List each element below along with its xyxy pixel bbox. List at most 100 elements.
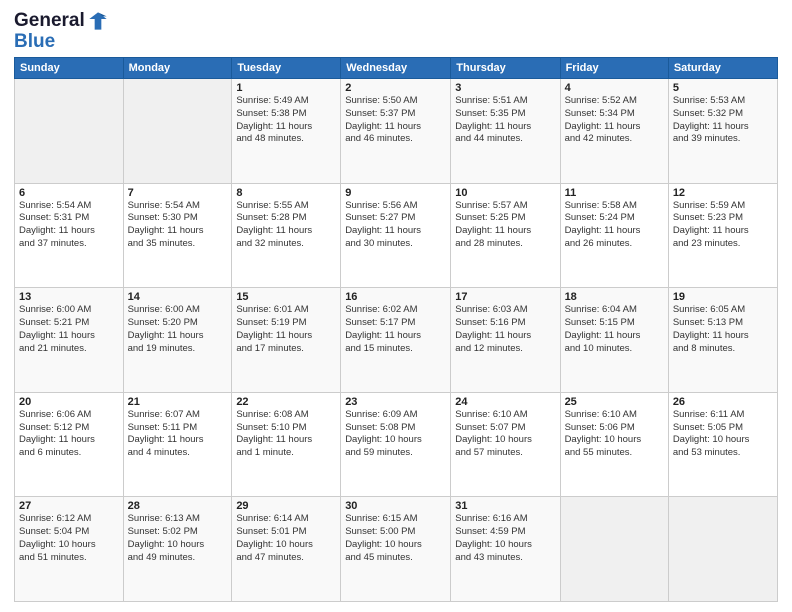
day-number: 12 — [673, 187, 773, 199]
day-info: Sunrise: 6:02 AM Sunset: 5:17 PM Dayligh… — [345, 304, 446, 355]
day-info: Sunrise: 6:10 AM Sunset: 5:07 PM Dayligh… — [455, 409, 555, 460]
day-number: 17 — [455, 291, 555, 303]
day-number: 1 — [236, 82, 336, 94]
day-info: Sunrise: 6:14 AM Sunset: 5:01 PM Dayligh… — [236, 513, 336, 564]
day-info: Sunrise: 6:16 AM Sunset: 4:59 PM Dayligh… — [455, 513, 555, 564]
page-container: General Blue SundayMondayTuesdayWednesda… — [0, 0, 792, 612]
logo-blue-text: Blue — [14, 32, 55, 51]
day-header-thursday: Thursday — [451, 58, 560, 79]
calendar-cell: 29Sunrise: 6:14 AM Sunset: 5:01 PM Dayli… — [232, 497, 341, 602]
calendar-cell — [668, 497, 777, 602]
calendar-cell: 26Sunrise: 6:11 AM Sunset: 5:05 PM Dayli… — [668, 392, 777, 497]
day-info: Sunrise: 5:51 AM Sunset: 5:35 PM Dayligh… — [455, 95, 555, 146]
day-info: Sunrise: 5:50 AM Sunset: 5:37 PM Dayligh… — [345, 95, 446, 146]
day-info: Sunrise: 6:09 AM Sunset: 5:08 PM Dayligh… — [345, 409, 446, 460]
calendar-cell: 27Sunrise: 6:12 AM Sunset: 5:04 PM Dayli… — [15, 497, 124, 602]
calendar-week-row: 1Sunrise: 5:49 AM Sunset: 5:38 PM Daylig… — [15, 79, 778, 184]
day-header-tuesday: Tuesday — [232, 58, 341, 79]
day-number: 5 — [673, 82, 773, 94]
calendar-cell: 30Sunrise: 6:15 AM Sunset: 5:00 PM Dayli… — [341, 497, 451, 602]
calendar-cell: 10Sunrise: 5:57 AM Sunset: 5:25 PM Dayli… — [451, 183, 560, 288]
day-number: 29 — [236, 500, 336, 512]
day-number: 30 — [345, 500, 446, 512]
calendar-cell: 4Sunrise: 5:52 AM Sunset: 5:34 PM Daylig… — [560, 79, 668, 184]
day-info: Sunrise: 5:54 AM Sunset: 5:31 PM Dayligh… — [19, 200, 119, 251]
day-number: 25 — [565, 396, 664, 408]
calendar-cell: 20Sunrise: 6:06 AM Sunset: 5:12 PM Dayli… — [15, 392, 124, 497]
day-info: Sunrise: 6:10 AM Sunset: 5:06 PM Dayligh… — [565, 409, 664, 460]
day-number: 10 — [455, 187, 555, 199]
day-info: Sunrise: 5:57 AM Sunset: 5:25 PM Dayligh… — [455, 200, 555, 251]
day-number: 11 — [565, 187, 664, 199]
calendar-cell: 17Sunrise: 6:03 AM Sunset: 5:16 PM Dayli… — [451, 288, 560, 393]
day-info: Sunrise: 6:12 AM Sunset: 5:04 PM Dayligh… — [19, 513, 119, 564]
calendar-cell: 15Sunrise: 6:01 AM Sunset: 5:19 PM Dayli… — [232, 288, 341, 393]
day-info: Sunrise: 5:59 AM Sunset: 5:23 PM Dayligh… — [673, 200, 773, 251]
day-number: 19 — [673, 291, 773, 303]
day-header-wednesday: Wednesday — [341, 58, 451, 79]
day-number: 26 — [673, 396, 773, 408]
calendar-cell: 21Sunrise: 6:07 AM Sunset: 5:11 PM Dayli… — [123, 392, 232, 497]
calendar-week-row: 20Sunrise: 6:06 AM Sunset: 5:12 PM Dayli… — [15, 392, 778, 497]
calendar-cell: 18Sunrise: 6:04 AM Sunset: 5:15 PM Dayli… — [560, 288, 668, 393]
day-info: Sunrise: 6:15 AM Sunset: 5:00 PM Dayligh… — [345, 513, 446, 564]
day-info: Sunrise: 6:08 AM Sunset: 5:10 PM Dayligh… — [236, 409, 336, 460]
day-info: Sunrise: 5:49 AM Sunset: 5:38 PM Dayligh… — [236, 95, 336, 146]
calendar-cell: 1Sunrise: 5:49 AM Sunset: 5:38 PM Daylig… — [232, 79, 341, 184]
day-info: Sunrise: 6:03 AM Sunset: 5:16 PM Dayligh… — [455, 304, 555, 355]
day-number: 28 — [128, 500, 228, 512]
day-number: 14 — [128, 291, 228, 303]
calendar-cell: 23Sunrise: 6:09 AM Sunset: 5:08 PM Dayli… — [341, 392, 451, 497]
calendar-cell: 2Sunrise: 5:50 AM Sunset: 5:37 PM Daylig… — [341, 79, 451, 184]
day-number: 18 — [565, 291, 664, 303]
logo: General Blue — [14, 10, 108, 51]
day-header-sunday: Sunday — [15, 58, 124, 79]
day-number: 13 — [19, 291, 119, 303]
calendar-cell: 3Sunrise: 5:51 AM Sunset: 5:35 PM Daylig… — [451, 79, 560, 184]
calendar-cell: 22Sunrise: 6:08 AM Sunset: 5:10 PM Dayli… — [232, 392, 341, 497]
calendar-cell: 11Sunrise: 5:58 AM Sunset: 5:24 PM Dayli… — [560, 183, 668, 288]
calendar-cell: 25Sunrise: 6:10 AM Sunset: 5:06 PM Dayli… — [560, 392, 668, 497]
day-info: Sunrise: 6:01 AM Sunset: 5:19 PM Dayligh… — [236, 304, 336, 355]
header: General Blue — [14, 10, 778, 51]
day-number: 8 — [236, 187, 336, 199]
calendar-cell — [15, 79, 124, 184]
day-info: Sunrise: 6:00 AM Sunset: 5:20 PM Dayligh… — [128, 304, 228, 355]
calendar-cell: 7Sunrise: 5:54 AM Sunset: 5:30 PM Daylig… — [123, 183, 232, 288]
day-number: 27 — [19, 500, 119, 512]
day-info: Sunrise: 6:00 AM Sunset: 5:21 PM Dayligh… — [19, 304, 119, 355]
calendar-cell: 8Sunrise: 5:55 AM Sunset: 5:28 PM Daylig… — [232, 183, 341, 288]
day-number: 2 — [345, 82, 446, 94]
calendar-cell: 13Sunrise: 6:00 AM Sunset: 5:21 PM Dayli… — [15, 288, 124, 393]
day-number: 22 — [236, 396, 336, 408]
day-number: 9 — [345, 187, 446, 199]
calendar-week-row: 13Sunrise: 6:00 AM Sunset: 5:21 PM Dayli… — [15, 288, 778, 393]
calendar-table: SundayMondayTuesdayWednesdayThursdayFrid… — [14, 57, 778, 602]
day-info: Sunrise: 5:58 AM Sunset: 5:24 PM Dayligh… — [565, 200, 664, 251]
calendar-cell: 19Sunrise: 6:05 AM Sunset: 5:13 PM Dayli… — [668, 288, 777, 393]
calendar-week-row: 27Sunrise: 6:12 AM Sunset: 5:04 PM Dayli… — [15, 497, 778, 602]
calendar-cell: 28Sunrise: 6:13 AM Sunset: 5:02 PM Dayli… — [123, 497, 232, 602]
day-header-monday: Monday — [123, 58, 232, 79]
calendar-cell: 31Sunrise: 6:16 AM Sunset: 4:59 PM Dayli… — [451, 497, 560, 602]
day-info: Sunrise: 5:53 AM Sunset: 5:32 PM Dayligh… — [673, 95, 773, 146]
day-number: 21 — [128, 396, 228, 408]
day-number: 23 — [345, 396, 446, 408]
calendar-cell: 16Sunrise: 6:02 AM Sunset: 5:17 PM Dayli… — [341, 288, 451, 393]
calendar-cell — [123, 79, 232, 184]
day-number: 6 — [19, 187, 119, 199]
day-header-friday: Friday — [560, 58, 668, 79]
logo-general-text: General — [14, 10, 85, 32]
calendar-header-row: SundayMondayTuesdayWednesdayThursdayFrid… — [15, 58, 778, 79]
day-info: Sunrise: 6:13 AM Sunset: 5:02 PM Dayligh… — [128, 513, 228, 564]
day-number: 3 — [455, 82, 555, 94]
logo-bird-icon — [88, 11, 108, 31]
day-info: Sunrise: 6:06 AM Sunset: 5:12 PM Dayligh… — [19, 409, 119, 460]
day-header-saturday: Saturday — [668, 58, 777, 79]
day-info: Sunrise: 6:05 AM Sunset: 5:13 PM Dayligh… — [673, 304, 773, 355]
calendar-cell: 14Sunrise: 6:00 AM Sunset: 5:20 PM Dayli… — [123, 288, 232, 393]
day-number: 20 — [19, 396, 119, 408]
calendar-week-row: 6Sunrise: 5:54 AM Sunset: 5:31 PM Daylig… — [15, 183, 778, 288]
calendar-cell — [560, 497, 668, 602]
day-number: 4 — [565, 82, 664, 94]
